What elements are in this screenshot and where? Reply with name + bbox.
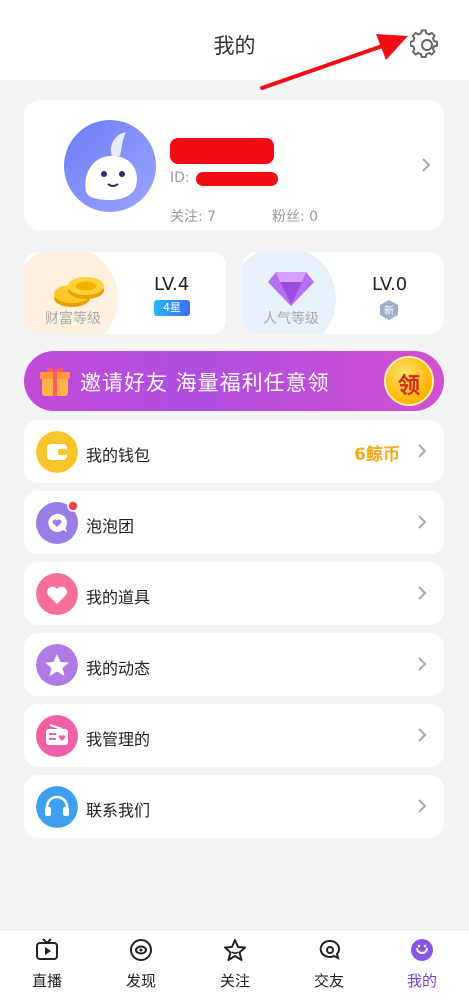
wallet-balance: 6鲸币: [354, 445, 400, 465]
menu-item-label: 我的道具: [86, 588, 151, 607]
chevron-right-icon: [418, 657, 427, 671]
menu-item-label: 联系我们: [86, 801, 151, 820]
heart-icon: [36, 573, 78, 615]
annotation-arrow-icon: [260, 34, 408, 90]
new-badge-label: 新: [384, 304, 394, 317]
bubble-group-icon: [36, 500, 79, 544]
tab-label: 直播: [31, 972, 62, 990]
claim-button[interactable]: 领: [384, 356, 434, 406]
wealth-level-card[interactable]: 财富等级 LV.4 4星: [24, 252, 226, 334]
chat-icon: [319, 939, 340, 960]
wealth-level-value: LV.4: [154, 274, 190, 295]
tab-label: 我的: [406, 972, 437, 990]
menu-item-label: 我的钱包: [86, 446, 151, 465]
chevron-right-icon: [418, 515, 427, 529]
diamond-icon: [268, 272, 314, 306]
radio-icon: [36, 715, 78, 757]
redacted-user-id: [196, 172, 278, 186]
menu-item-bubble-group[interactable]: 泡泡团: [24, 491, 444, 554]
headset-icon: [36, 786, 78, 828]
live-tv-icon: [36, 938, 58, 960]
gold-coins-icon: [54, 277, 104, 307]
profile-card[interactable]: ID: 关注: 7 粉丝: 0: [24, 100, 444, 230]
bottom-tab-bar: 直播 发现 关注 交友 我的: [0, 929, 469, 1000]
popularity-level-value: LV.0: [372, 274, 408, 295]
star-icon: [36, 644, 78, 686]
tab-discover[interactable]: 发现: [94, 930, 188, 1000]
wallet-icon: [36, 431, 78, 473]
popularity-level-card[interactable]: 人气等级 LV.0 新: [242, 252, 444, 334]
menu-item-contact[interactable]: 联系我们: [24, 775, 444, 838]
star-outline-icon: [224, 939, 246, 961]
menu-item-wallet[interactable]: 我的钱包 6鲸币: [24, 420, 444, 483]
tab-mine[interactable]: 我的: [375, 930, 469, 1000]
whale-avatar-icon: [85, 132, 138, 200]
profile-icon: [411, 939, 433, 961]
menu-item-managed[interactable]: 我管理的: [24, 704, 444, 767]
chevron-right-icon: [422, 158, 431, 172]
claim-button-label: 领: [397, 374, 420, 399]
tab-follow[interactable]: 关注: [188, 930, 282, 1000]
tab-label: 发现: [125, 972, 156, 990]
menu-item-label: 泡泡团: [86, 517, 135, 536]
gift-icon: [40, 367, 70, 396]
menu-item-moments[interactable]: 我的动态: [24, 633, 444, 696]
chevron-right-icon: [418, 799, 427, 813]
wealth-level-name: 财富等级: [45, 311, 101, 327]
eye-icon: [130, 939, 152, 961]
banner-text: 邀请好友 海量福利任意领: [80, 371, 330, 395]
fans-count[interactable]: 粉丝: 0: [272, 206, 318, 226]
redacted-username: [170, 138, 274, 164]
menu-item-props[interactable]: 我的道具: [24, 562, 444, 625]
tab-label: 交友: [313, 972, 344, 990]
following-count[interactable]: 关注: 7: [170, 206, 216, 226]
chevron-right-icon: [418, 586, 427, 600]
new-badge-icon: 新: [380, 300, 398, 320]
user-id-label: ID:: [170, 170, 190, 186]
menu-item-label: 我的动态: [86, 659, 151, 678]
tab-social[interactable]: 交友: [282, 930, 376, 1000]
chevron-right-icon: [418, 728, 427, 742]
tab-live[interactable]: 直播: [0, 930, 94, 1000]
avatar[interactable]: [64, 120, 156, 212]
chevron-right-icon: [418, 444, 427, 458]
star-badge: 4星: [154, 300, 190, 316]
invite-friends-banner[interactable]: 邀请好友 海量福利任意领 领: [24, 351, 444, 411]
popularity-level-name: 人气等级: [263, 311, 319, 327]
menu-item-label: 我管理的: [86, 730, 151, 749]
tab-label: 关注: [219, 972, 250, 990]
